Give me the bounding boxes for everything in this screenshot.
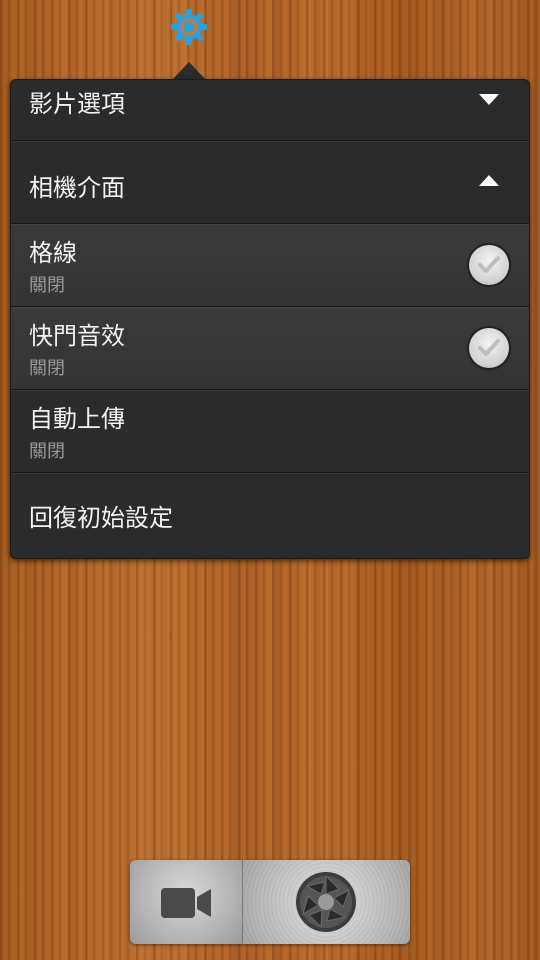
aperture-icon [296, 872, 356, 932]
settings-popup: 影片選項 相機介面 格線 關閉 快門音效 關閉 自動上傳 關閉 回復初始設定 [10, 79, 530, 559]
setting-item-shutter-sound[interactable]: 快門音效 關閉 [11, 307, 529, 390]
shutter-sound-checkbox[interactable] [469, 328, 509, 368]
shutter-button[interactable] [243, 860, 410, 944]
setting-item-auto-upload[interactable]: 自動上傳 關閉 [11, 390, 529, 473]
reset-defaults-label: 回復初始設定 [29, 504, 173, 532]
triangle-up-icon [479, 175, 499, 186]
setting-item-grid[interactable]: 格線 關閉 [11, 224, 529, 307]
menu-camera-interface[interactable]: 相機介面 [11, 141, 529, 224]
triangle-down-icon [479, 94, 499, 105]
shutter-sound-value: 關閉 [29, 358, 65, 379]
grid-label: 格線 [29, 239, 77, 267]
check-icon [478, 339, 500, 356]
camera-interface-label: 相機介面 [29, 174, 125, 202]
auto-upload-value: 關閉 [29, 441, 65, 462]
camera-mode-dock [130, 860, 410, 944]
check-icon [478, 256, 500, 273]
reset-defaults-item[interactable]: 回復初始設定 [11, 473, 529, 558]
video-options-label: 影片選項 [29, 90, 125, 118]
grid-checkbox[interactable] [469, 245, 509, 285]
video-mode-button[interactable] [130, 860, 243, 944]
menu-video-options[interactable]: 影片選項 [11, 80, 529, 141]
shutter-sound-label: 快門音效 [29, 322, 125, 350]
grid-value: 關閉 [29, 275, 65, 296]
popup-pointer [172, 62, 206, 80]
auto-upload-label: 自動上傳 [29, 405, 125, 433]
video-camera-icon [161, 888, 211, 918]
gear-icon[interactable] [168, 6, 210, 48]
